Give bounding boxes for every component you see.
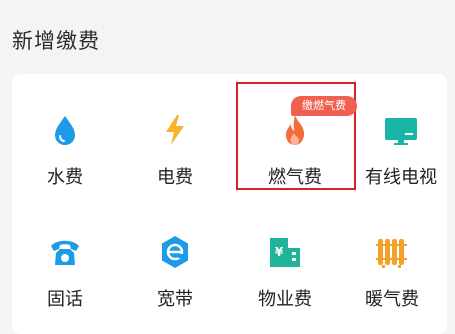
item-water-fee[interactable]: 水费 bbox=[10, 82, 120, 192]
building-icon: ¥ bbox=[267, 234, 303, 270]
tv-icon bbox=[383, 112, 419, 148]
telephone-icon bbox=[47, 234, 83, 270]
item-electricity-fee[interactable]: 电费 bbox=[120, 82, 230, 192]
item-label: 水费 bbox=[47, 167, 83, 188]
item-property-fee[interactable]: ¥ 物业费 bbox=[230, 204, 340, 314]
section-title: 新增缴费 bbox=[12, 29, 100, 53]
item-broadband-fee[interactable]: 宽带 bbox=[120, 204, 230, 314]
water-drop-icon bbox=[47, 112, 83, 148]
item-label: 固话 bbox=[47, 289, 83, 310]
item-label: 有线电视 bbox=[365, 167, 437, 188]
svg-text:¥: ¥ bbox=[275, 245, 284, 259]
broadband-icon bbox=[157, 234, 193, 270]
gas-fee-badge: 缴燃气费 bbox=[291, 96, 357, 116]
lightning-icon bbox=[157, 112, 193, 148]
item-label: 物业费 bbox=[258, 289, 312, 310]
item-landline-fee[interactable]: 固话 bbox=[10, 204, 120, 314]
item-label: 宽带 bbox=[157, 289, 193, 310]
item-label: 暖气费 bbox=[365, 289, 419, 310]
radiator-icon bbox=[374, 234, 410, 270]
item-label: 电费 bbox=[157, 167, 193, 188]
item-heating-fee[interactable]: 暖气费 bbox=[337, 204, 447, 314]
item-cable-tv-fee[interactable]: 有线电视 bbox=[346, 82, 455, 192]
